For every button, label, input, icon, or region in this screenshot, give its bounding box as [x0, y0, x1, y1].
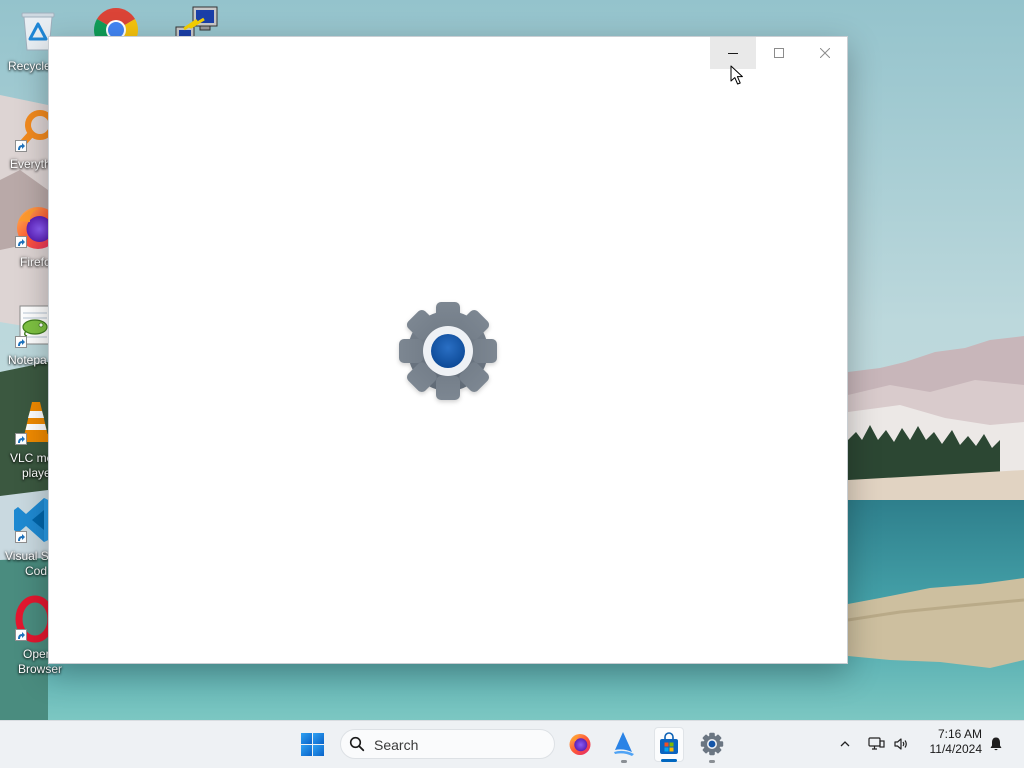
bell-icon[interactable] — [988, 736, 1004, 752]
clock-date: 11/4/2024 — [929, 742, 983, 756]
search-placeholder: Search — [374, 737, 419, 753]
taskbar-clock[interactable]: 7:16 AM 11/4/2024 — [908, 727, 983, 761]
windows-logo-icon[interactable] — [301, 733, 324, 756]
settings-gear-icon — [399, 302, 497, 400]
maximize-button[interactable] — [756, 37, 802, 69]
microsoft-store-icon[interactable] — [657, 732, 681, 756]
shortcut-arrow-icon — [15, 531, 27, 543]
active-indicator — [661, 759, 677, 762]
desktop-icon-label: Visual St — [5, 549, 53, 563]
close-button[interactable] — [802, 37, 847, 69]
running-indicator — [621, 760, 627, 763]
desktop-icon-label: Firefo — [20, 255, 51, 269]
search-icon — [349, 736, 365, 752]
firefox-icon[interactable] — [568, 732, 592, 756]
running-indicator — [709, 760, 715, 763]
desktop-icon-label: Cod — [25, 564, 48, 578]
settings-window — [48, 36, 848, 664]
desktop-icon-label: Recycle — [8, 59, 51, 73]
sail-app-icon[interactable] — [612, 731, 636, 757]
desktop-icon-label: Browser — [18, 662, 63, 676]
shortcut-arrow-icon — [15, 236, 27, 248]
desktop-icon-label: Oper — [23, 647, 50, 661]
volume-icon[interactable] — [893, 736, 909, 752]
mouse-cursor-icon — [730, 65, 743, 85]
minimize-icon — [728, 53, 738, 54]
shortcut-arrow-icon — [15, 140, 27, 152]
desktop-icon-label: VLC me — [10, 451, 54, 465]
close-icon — [819, 48, 830, 58]
maximize-icon — [774, 48, 784, 58]
network-icon[interactable] — [868, 736, 885, 752]
clock-time: 7:16 AM — [937, 727, 982, 741]
desktop-icon-label: playe — [22, 466, 51, 480]
chevron-up-icon[interactable] — [839, 738, 851, 750]
desktop-icon-label: Everyth — [10, 157, 51, 171]
taskbar-search-box[interactable]: Search — [340, 729, 555, 759]
desktop-icon-label: Notepa — [8, 353, 47, 367]
taskbar: Search 7:16 AM 11/4/2024 — [0, 720, 1024, 768]
shortcut-arrow-icon — [15, 433, 27, 445]
shortcut-arrow-icon — [15, 336, 27, 348]
window-titlebar[interactable] — [49, 37, 710, 69]
shortcut-arrow-icon — [15, 629, 27, 641]
settings-icon[interactable] — [700, 732, 724, 756]
